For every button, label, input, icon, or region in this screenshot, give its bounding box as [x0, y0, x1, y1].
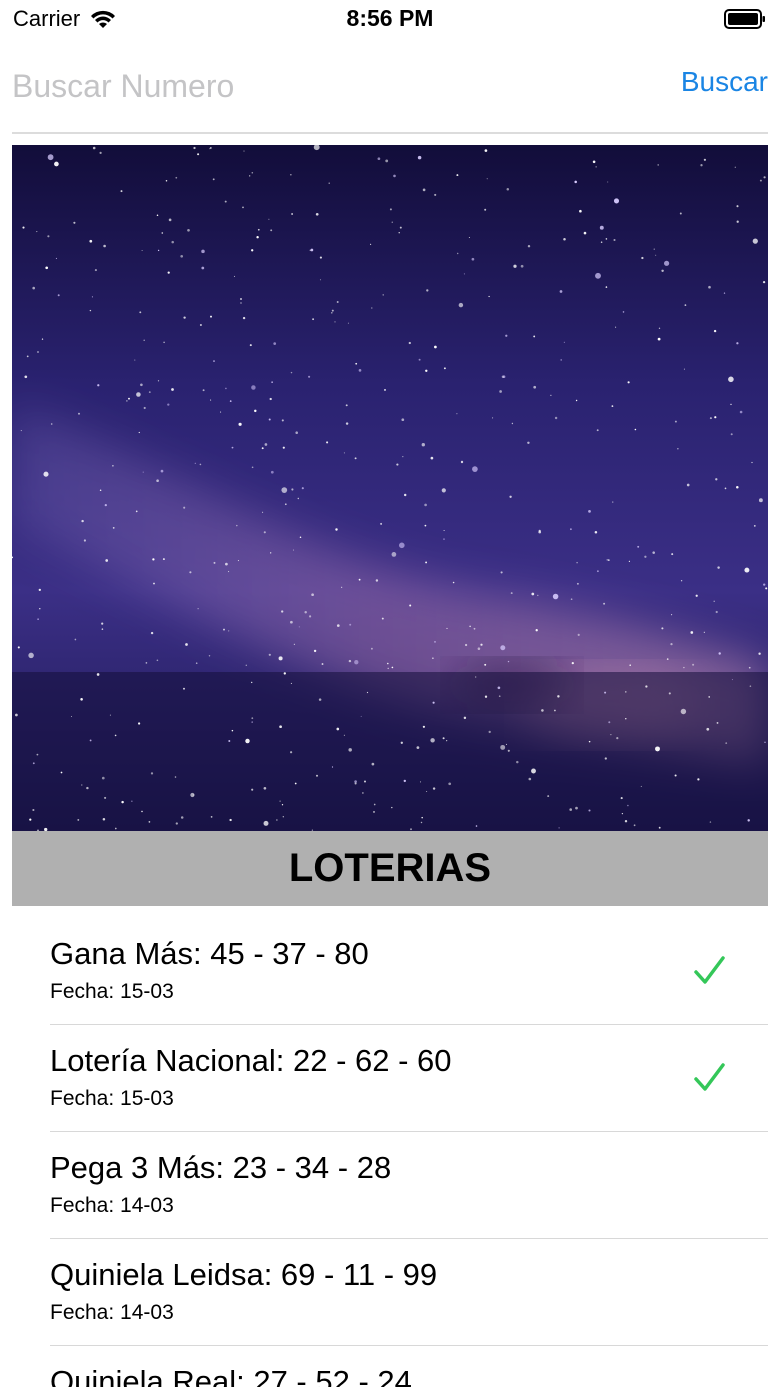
- search-button[interactable]: Buscar: [681, 66, 768, 98]
- checkmark-icon: [694, 956, 725, 984]
- lottery-result-title: Quiniela Leidsa: 69 - 11 - 99: [50, 1257, 438, 1292]
- lottery-result-title: Quiniela Real: 27 - 52 - 24: [50, 1364, 412, 1387]
- lottery-result-date: Fecha: 14-03: [50, 1301, 174, 1324]
- lottery-result-title: Lotería Nacional: 22 - 62 - 60: [50, 1043, 452, 1078]
- starry-sky-image: [12, 145, 768, 831]
- lottery-result-title: Gana Más: 45 - 37 - 80: [50, 936, 369, 971]
- search-input[interactable]: [12, 58, 612, 114]
- lottery-result-date: Fecha: 15-03: [50, 980, 174, 1003]
- section-header: LOTERIAS: [12, 831, 768, 906]
- lottery-result-date: Fecha: 15-03: [50, 1087, 174, 1110]
- search-bar: Buscar: [12, 58, 768, 114]
- search-divider: [12, 132, 768, 134]
- list-item[interactable]: Quiniela Leidsa: 69 - 11 - 99 Fecha: 14-…: [50, 1239, 768, 1346]
- checkmark-icon: [694, 1063, 725, 1091]
- banner-image: [12, 145, 768, 831]
- lottery-result-title: Pega 3 Más: 23 - 34 - 28: [50, 1150, 392, 1185]
- list-item[interactable]: Pega 3 Más: 23 - 34 - 28 Fecha: 14-03: [50, 1132, 768, 1239]
- lottery-result-date: Fecha: 14-03: [50, 1194, 174, 1217]
- list-item[interactable]: Quiniela Real: 27 - 52 - 24: [50, 1346, 768, 1387]
- results-list: Gana Más: 45 - 37 - 80 Fecha: 15-03 Lote…: [0, 918, 780, 1387]
- section-title: LOTERIAS: [288, 846, 492, 890]
- status-bar: Carrier 8:56 PM: [0, 0, 780, 40]
- list-item[interactable]: Gana Más: 45 - 37 - 80 Fecha: 15-03: [50, 918, 768, 1025]
- status-time: 8:56 PM: [346, 5, 434, 31]
- battery-icon: [724, 9, 765, 29]
- list-item[interactable]: Lotería Nacional: 22 - 62 - 60 Fecha: 15…: [50, 1025, 768, 1132]
